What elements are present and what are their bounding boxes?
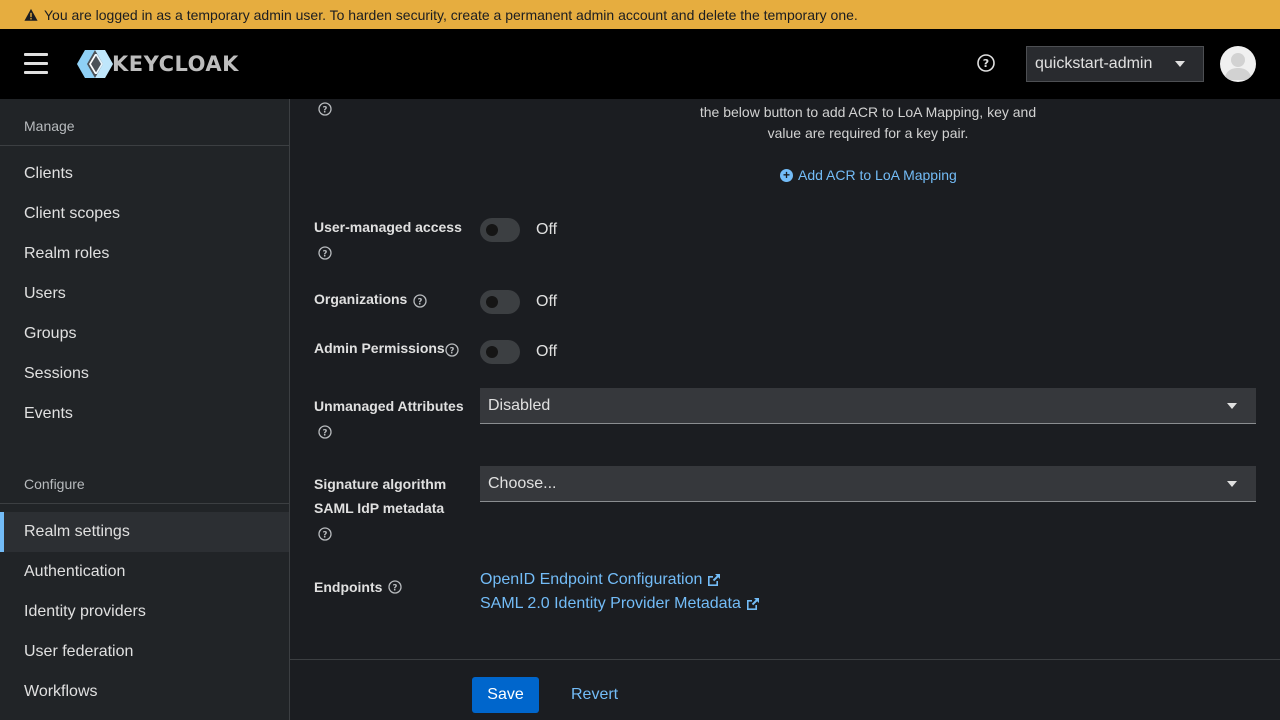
warning-icon: [24, 8, 38, 22]
help-icon[interactable]: ?: [976, 53, 996, 73]
chevron-down-icon: [1175, 61, 1185, 67]
help-icon[interactable]: ?: [388, 580, 402, 594]
sidebar-item-workflows[interactable]: Workflows: [0, 672, 289, 712]
banner-text: You are logged in as a temporary admin u…: [44, 6, 858, 23]
unmanaged-attributes-select[interactable]: Disabled: [480, 388, 1256, 424]
caret-down-icon: [1227, 403, 1237, 409]
sidebar-item-groups[interactable]: Groups: [0, 314, 289, 354]
openid-endpoint-link[interactable]: OpenID Endpoint Configuration: [480, 571, 722, 589]
external-link-icon: [746, 598, 759, 610]
svg-text:?: ?: [323, 428, 328, 438]
plus-circle-icon: +: [780, 168, 793, 182]
user-dropdown-label: quickstart-admin: [1035, 55, 1153, 72]
divider: [0, 145, 289, 146]
svg-text:?: ?: [323, 530, 328, 540]
endpoints-label: Endpoints: [314, 579, 383, 595]
save-button[interactable]: Save: [472, 677, 539, 713]
keycloak-logo-text: KEYCLOAK: [112, 52, 239, 76]
nav-group-manage: Manage: [24, 118, 75, 134]
help-icon[interactable]: ?: [318, 425, 332, 439]
help-icon[interactable]: ?: [318, 102, 332, 116]
acr-mapping-help-line-2: value are required for a key pair.: [767, 125, 969, 141]
masthead: KEYCLOAK ? quickstart-admin: [0, 29, 1280, 99]
admin-permissions-state: Off: [536, 343, 558, 360]
user-managed-access-label: User-managed access: [314, 219, 462, 235]
svg-text:?: ?: [450, 346, 455, 356]
keycloak-logo[interactable]: KEYCLOAK: [76, 49, 239, 79]
revert-button[interactable]: Revert: [560, 677, 629, 713]
user-managed-access-state: Off: [536, 221, 558, 238]
openid-endpoint-label: OpenID Endpoint Configuration: [480, 571, 703, 588]
saml-metadata-link[interactable]: SAML 2.0 Identity Provider Metadata: [480, 595, 761, 613]
menu-toggle-button[interactable]: [24, 53, 48, 75]
organizations-state: Off: [536, 293, 558, 310]
signature-algorithm-label: Signature algorithm: [314, 476, 447, 492]
sidebar-item-user-federation[interactable]: User federation: [0, 632, 289, 672]
svg-text:?: ?: [323, 105, 328, 115]
sidebar-item-clients[interactable]: Clients: [0, 154, 289, 194]
admin-permissions-switch[interactable]: [480, 340, 520, 364]
svg-text:?: ?: [983, 57, 989, 70]
external-link-icon: [708, 574, 721, 586]
temporary-admin-banner: You are logged in as a temporary admin u…: [0, 0, 1280, 29]
sidebar-item-client-scopes[interactable]: Client scopes: [0, 194, 289, 234]
signature-algorithm-label-secondary: SAML IdP metadata: [314, 500, 445, 516]
sidebar-item-sessions[interactable]: Sessions: [0, 354, 289, 394]
divider: [0, 503, 289, 504]
svg-text:?: ?: [323, 249, 328, 259]
help-icon[interactable]: ?: [413, 294, 427, 308]
saml-metadata-label: SAML 2.0 Identity Provider Metadata: [480, 595, 741, 612]
add-acr-mapping-button[interactable]: + Add ACR to LoA Mapping: [780, 167, 957, 183]
sidebar-item-users[interactable]: Users: [0, 274, 289, 314]
acr-mapping-help-line-1: the below button to add ACR to LoA Mappi…: [699, 104, 1037, 120]
unmanaged-attributes-label: Unmanaged Attributes: [314, 398, 464, 414]
sidebar-item-realm-settings[interactable]: Realm settings: [0, 512, 289, 552]
sidebar: Manage Clients Client scopes Realm roles…: [0, 99, 290, 720]
keycloak-logo-icon: [77, 50, 113, 78]
sidebar-item-authentication[interactable]: Authentication: [0, 552, 289, 592]
svg-text:?: ?: [393, 583, 398, 593]
help-icon[interactable]: ?: [318, 246, 332, 260]
user-managed-access-switch[interactable]: [480, 218, 520, 242]
signature-algorithm-select[interactable]: Choose...: [480, 466, 1256, 502]
svg-text:?: ?: [418, 297, 423, 307]
help-icon[interactable]: ?: [445, 343, 459, 357]
admin-permissions-label: Admin Permissions: [314, 340, 445, 356]
avatar[interactable]: [1220, 46, 1256, 82]
nav-group-configure: Configure: [24, 476, 85, 492]
help-icon[interactable]: ?: [318, 527, 332, 541]
organizations-switch[interactable]: [480, 290, 520, 314]
add-acr-mapping-label: Add ACR to LoA Mapping: [798, 167, 957, 183]
user-dropdown[interactable]: quickstart-admin: [1026, 46, 1204, 82]
signature-algorithm-value: Choose...: [488, 474, 557, 492]
unmanaged-attributes-value: Disabled: [488, 396, 551, 414]
form-actions: Save Revert: [290, 659, 1280, 720]
sidebar-item-events[interactable]: Events: [0, 394, 289, 434]
sidebar-item-identity-providers[interactable]: Identity providers: [0, 592, 289, 632]
caret-down-icon: [1227, 481, 1237, 487]
sidebar-item-realm-roles[interactable]: Realm roles: [0, 234, 289, 274]
realm-settings-form: ? the below button to add ACR to LoA Map…: [290, 99, 1280, 720]
organizations-label: Organizations: [314, 291, 408, 307]
